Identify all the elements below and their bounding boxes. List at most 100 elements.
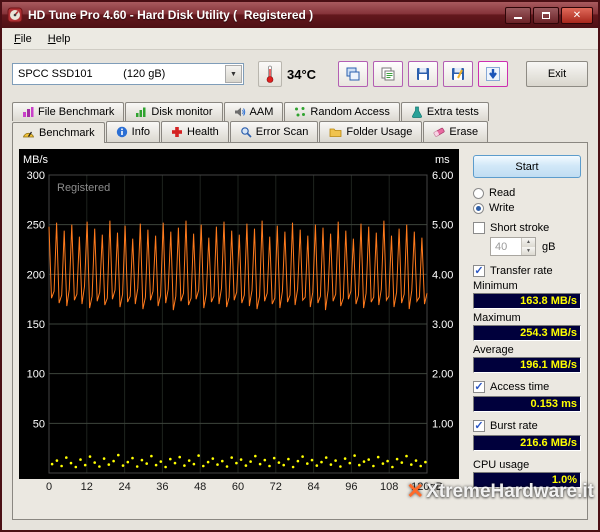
magnifier-icon: [240, 126, 252, 138]
tab-error-scan[interactable]: Error Scan: [230, 121, 319, 142]
tab-benchmark[interactable]: Benchmark: [12, 122, 105, 143]
transfer-rate-checkbox[interactable]: ✓ Transfer rate: [473, 265, 581, 277]
short-stroke-size-row: 40 ▲ ▼ gB: [490, 237, 581, 256]
tab-folder-usage[interactable]: Folder Usage: [319, 121, 422, 142]
update-download-button[interactable]: [478, 61, 508, 87]
exit-button[interactable]: Exit: [526, 61, 588, 87]
benchmark-chart: 300250200150100506.005.004.003.002.001.0…: [19, 149, 459, 479]
checkbox-unchecked-icon: [473, 222, 485, 234]
svg-text:100: 100: [27, 369, 45, 381]
random-access-icon: [294, 106, 306, 118]
write-radio[interactable]: Write: [473, 202, 581, 214]
menu-file[interactable]: File: [6, 30, 40, 48]
close-icon: ✕: [573, 10, 581, 21]
cpu-usage-value: 1.0%: [473, 472, 581, 488]
tab-disk-monitor[interactable]: Disk monitor: [125, 102, 222, 121]
average-value: 196.1 MB/s: [473, 357, 581, 373]
toolbar: SPCC SSD101 (120 gB) ▼ 34°C: [2, 50, 598, 98]
access-time-checkbox[interactable]: ✓ Access time: [473, 381, 581, 393]
tab-label: Erase: [449, 126, 478, 138]
temperature-value: 34°C: [287, 67, 316, 82]
extra-tests-icon: [411, 106, 423, 118]
spin-down-icon[interactable]: ▼: [522, 247, 535, 256]
tab-label: Disk monitor: [151, 106, 212, 118]
info-icon: [116, 126, 128, 138]
burst-rate-checkbox[interactable]: ✓ Burst rate: [473, 420, 581, 432]
x-axis-label: 12: [81, 481, 93, 493]
start-button[interactable]: Start: [473, 155, 581, 178]
copy-text-icon: [380, 66, 396, 82]
svg-text:ms: ms: [435, 154, 450, 166]
copy-text-button[interactable]: [373, 61, 403, 87]
tab-erase[interactable]: Erase: [423, 121, 488, 142]
maximize-icon: [542, 12, 550, 19]
svg-text:5.00: 5.00: [432, 220, 453, 232]
speaker-icon: [234, 106, 246, 118]
x-axis-label: 36: [156, 481, 168, 493]
tab-extra-tests[interactable]: Extra tests: [401, 102, 489, 121]
save-screenshot-icon: [415, 66, 431, 82]
minimize-button[interactable]: [505, 7, 531, 24]
copy-screenshot-icon: [345, 66, 361, 82]
access-time-label: Access time: [490, 381, 549, 393]
x-axis-label: 108: [380, 481, 398, 493]
save-screenshot-button[interactable]: [408, 61, 438, 87]
read-radio[interactable]: Read: [473, 187, 581, 199]
short-stroke-label: Short stroke: [490, 222, 549, 234]
hdtune-window: HD Tune Pro 4.60 - Hard Disk Utility ( R…: [0, 0, 600, 532]
tab-label: AAM: [250, 106, 274, 118]
drive-select-value: SPCC SSD101 (120 gB): [18, 68, 165, 80]
svg-text:50: 50: [33, 418, 45, 430]
tab-random-access[interactable]: Random Access: [284, 102, 399, 121]
eraser-icon: [433, 126, 445, 138]
tab-label: Random Access: [310, 106, 389, 118]
x-axis-label: 84: [307, 481, 319, 493]
maximum-value: 254.3 MB/s: [473, 325, 581, 341]
svg-text:Registered: Registered: [57, 182, 110, 194]
x-axis-label: 60: [232, 481, 244, 493]
maximize-button[interactable]: [533, 7, 559, 24]
x-axis-label: 120gB: [411, 481, 443, 493]
x-axis-label: 96: [345, 481, 357, 493]
tab-row-primary: Benchmark Info Health Error Scan: [2, 121, 598, 142]
save-text-button[interactable]: [443, 61, 473, 87]
short-stroke-size-input[interactable]: 40 ▲ ▼: [490, 237, 536, 256]
benchmark-gauge-icon: [22, 127, 35, 140]
x-axis-label: 72: [270, 481, 282, 493]
menu-help[interactable]: Help: [40, 30, 79, 48]
svg-text:250: 250: [27, 220, 45, 232]
spin-up-icon[interactable]: ▲: [522, 238, 535, 247]
short-stroke-checkbox[interactable]: Short stroke: [473, 222, 581, 234]
drive-select[interactable]: SPCC SSD101 (120 gB) ▼: [12, 63, 244, 85]
svg-text:MB/s: MB/s: [23, 154, 49, 166]
tab-row-secondary: File Benchmark Disk monitor AAM Random A…: [2, 102, 598, 121]
checkbox-checked-icon: ✓: [473, 420, 485, 432]
close-button[interactable]: ✕: [561, 7, 593, 24]
tab-health[interactable]: Health: [161, 121, 229, 142]
tab-label: Error Scan: [256, 126, 309, 138]
copy-screenshot-button[interactable]: [338, 61, 368, 87]
transfer-rate-label: Transfer rate: [490, 265, 553, 277]
write-radio-label: Write: [489, 202, 514, 214]
radio-icon: [473, 188, 484, 199]
svg-text:2.00: 2.00: [432, 369, 453, 381]
x-axis-label: 0: [46, 481, 52, 493]
average-label: Average: [473, 344, 581, 356]
tab-label: Extra tests: [427, 106, 479, 118]
minimum-label: Minimum: [473, 280, 581, 292]
file-benchmark-icon: [22, 106, 34, 118]
tab-file-benchmark[interactable]: File Benchmark: [12, 102, 124, 121]
checkbox-checked-icon: ✓: [473, 381, 485, 393]
svg-text:3.00: 3.00: [432, 319, 453, 331]
tab-aam[interactable]: AAM: [224, 102, 284, 121]
tab-info[interactable]: Info: [106, 121, 160, 142]
health-cross-icon: [171, 126, 183, 138]
benchmark-tab-page: 300250200150100506.005.004.003.002.001.0…: [12, 142, 588, 520]
short-stroke-size-value: 40: [491, 241, 521, 253]
checkbox-checked-icon: ✓: [473, 265, 485, 277]
burst-rate-value: 216.6 MB/s: [473, 435, 581, 451]
chevron-down-icon[interactable]: ▼: [225, 65, 242, 83]
minimize-icon: [514, 12, 522, 19]
svg-text:4.00: 4.00: [432, 269, 453, 281]
benchmark-chart-area: 300250200150100506.005.004.003.002.001.0…: [19, 149, 465, 513]
